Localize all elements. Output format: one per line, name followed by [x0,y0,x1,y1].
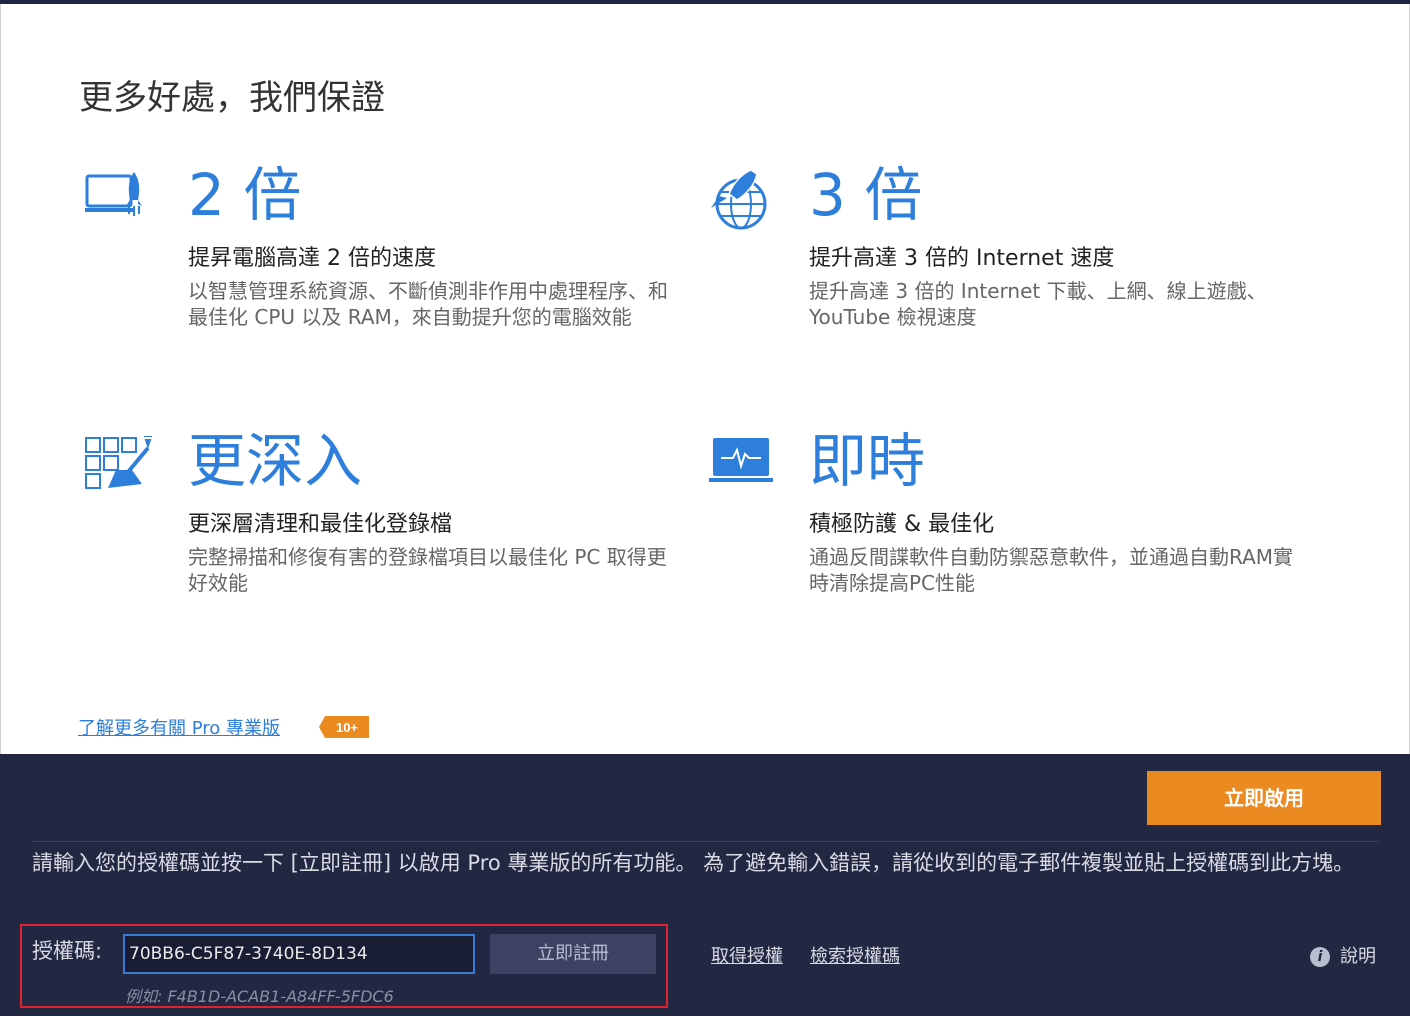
registry-broom-icon [85,436,152,489]
retrieve-license-link[interactable]: 檢索授權碼 [810,942,900,968]
computer-rocket-icon [85,172,142,216]
feature-description: 提升高達 3 倍的 Internet 下載、上網、線上遊戲、YouTube 檢視… [809,279,1267,329]
feature-subtitle: 更深層清理和最佳化登錄檔 [188,512,453,537]
feature-subtitle: 積極防護 & 最佳化 [809,512,995,537]
version-badge: 10+ [319,716,369,738]
feature-big-text: 2 倍 [188,161,302,229]
feature-subtitle: 提升高達 3 倍的 Internet 速度 [809,246,1115,271]
monitor-pulse-icon [709,438,773,482]
activation-panel: 立即啟用 請輸入您的授權碼並按一下 [立即註冊] 以啟用 Pro 專業版的所有功… [0,754,1410,1016]
feature-description: 以智慧管理系統資源、不斷偵測非作用中處理程序、和最佳化 CPU 以及 RAM，來… [188,279,668,329]
info-icon: i [1310,947,1330,967]
feature-description: 通過反間諜軟件自動防禦惡意軟件，並通過自動RAM實時清除提高PC性能 [809,545,1294,595]
learn-more-link[interactable]: 了解更多有關 Pro 專業版 [78,714,280,740]
feature-big-text: 即時 [809,427,926,495]
feature-big-text: 3 倍 [809,161,923,229]
feature-subtitle: 提昇電腦高達 2 倍的速度 [188,246,436,271]
feature-big-text: 更深入 [188,427,363,495]
help-button[interactable]: i 說明 [1310,942,1376,968]
rocket-globe-icon [711,170,767,230]
benefits-panel: 更多好處，我們保證 2 倍 提昇電腦高達 2 倍的速度 以智慧管理系統資源、不斷… [0,4,1410,754]
license-example-text: 例如: F4B1D-ACAB1-A84FF-5FDC6 [125,987,394,1006]
activate-now-button[interactable]: 立即啟用 [1147,771,1381,825]
instruction-text: 請輸入您的授權碼並按一下 [立即註冊] 以啟用 Pro 專業版的所有功能。 為了… [32,851,1355,875]
badge-label: 10+ [336,720,358,735]
page-title: 更多好處，我們保證 [79,78,385,118]
register-now-button[interactable]: 立即註冊 [490,934,656,974]
license-code-input[interactable] [123,934,475,974]
feature-description: 完整掃描和修復有害的登錄檔項目以最佳化 PC 取得更好效能 [188,545,667,595]
divider [32,841,1378,842]
license-code-label: 授權碼: [32,939,103,963]
help-label: 說明 [1340,946,1376,967]
get-license-link[interactable]: 取得授權 [711,942,783,968]
